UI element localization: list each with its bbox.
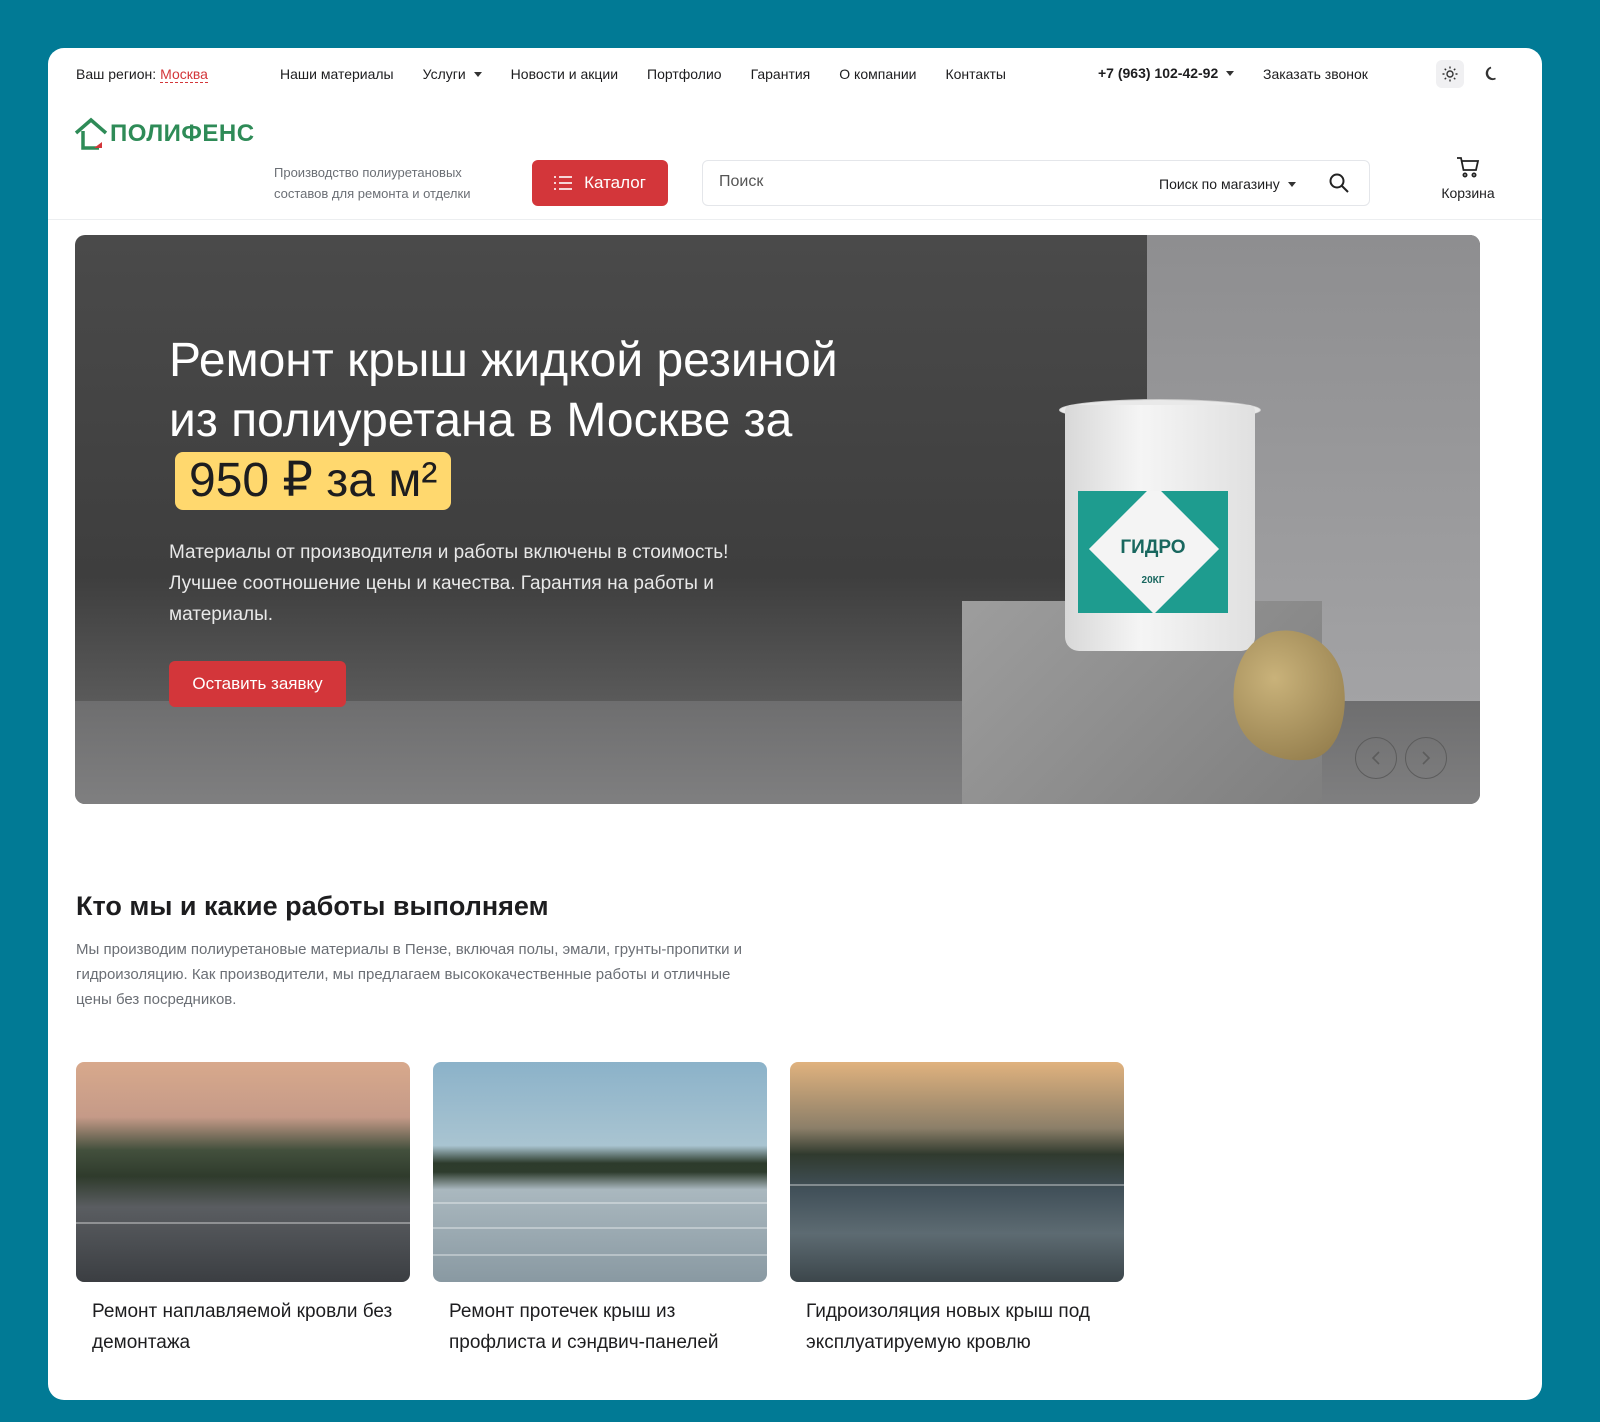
moon-icon [1485,66,1496,81]
service-card-image [433,1062,767,1282]
submit-request-button[interactable]: Оставить заявку [169,661,346,707]
nav-label: Контакты [945,66,1006,82]
section-title: Кто мы и какие работы выполняем [76,891,549,921]
chevron-left-icon [1371,751,1380,765]
phone-dropdown[interactable]: +7 (963) 102-42-92 [1098,65,1235,81]
service-card[interactable]: Ремонт протечек крыш из профлиста и сэнд… [433,1062,767,1358]
services-cards: Ремонт наплавляемой кровли без демонтажа… [76,1062,1176,1362]
sun-icon [1442,66,1458,82]
service-card-caption: Ремонт наплавляемой кровли без демонтажа [92,1301,393,1353]
search-scope-dropdown[interactable]: Поиск по магазину [1159,176,1296,192]
roof-line [433,1254,767,1256]
list-icon [554,176,573,190]
main-nav: Наши материалы Услуги Новости и акции По… [280,66,1035,82]
callback-link[interactable]: Заказать звонок [1263,66,1368,82]
product-brand: ГИДРО [1120,537,1186,558]
nav-item-about[interactable]: О компании [839,66,916,82]
service-card-image [76,1062,410,1282]
region-label: Ваш регион: [76,66,157,82]
search-button[interactable] [1329,173,1349,198]
hero-title-text: Ремонт крыш жидкой резиной из полиуретан… [169,334,838,447]
roof-line [433,1227,767,1229]
nav-label: О компании [839,66,917,82]
service-card-caption: Гидроизоляция новых крыш под эксплуатиру… [806,1301,1090,1353]
chevron-down-icon [473,71,482,77]
nav-item-services[interactable]: Услуги [423,66,482,82]
nav-label: Гарантия [750,66,811,82]
search-icon [1329,173,1349,193]
light-theme-button[interactable] [1436,60,1464,88]
nav-item-guarantee[interactable]: Гарантия [751,66,811,82]
chevron-down-icon [1287,181,1296,187]
service-card[interactable]: Ремонт наплавляемой кровли без демонтажа [76,1062,410,1358]
section-description: Мы производим полиуретановые материалы в… [76,941,743,1008]
nav-label: Наши материалы [280,66,394,82]
search-bar: Поиск по магазину [702,160,1370,206]
service-card-image [790,1062,1124,1282]
hero-subtitle: Материалы от производителя и работы вклю… [169,542,729,625]
nav-item-portfolio[interactable]: Портфолио [647,66,722,82]
roof-line [433,1202,767,1204]
chevron-down-icon [1226,70,1235,76]
nav-label: Портфолио [647,66,722,82]
cart-label: Корзина [1441,185,1495,201]
roof-line [76,1222,410,1224]
nav-label: Новости и акции [510,66,619,82]
search-scope-label: Поиск по магазину [1159,176,1280,192]
slider-prev-button[interactable] [1355,737,1397,779]
nav-item-materials[interactable]: Наши материалы [280,66,394,82]
slider-next-button[interactable] [1405,737,1447,779]
phone-number: +7 (963) 102-42-92 [1098,65,1219,81]
hero-banner: ГИДРО 20КГ Ремонт крыш жидкой резиной из… [75,235,1480,804]
catalog-label: Каталог [584,173,646,192]
nav-item-news[interactable]: Новости и акции [511,66,618,82]
hero-title: Ремонт крыш жидкой резиной из полиуретан… [169,331,869,511]
page-frame: Ваш регион: Москва Наши материалы Услуги … [48,48,1542,1400]
catalog-button[interactable]: Каталог [532,160,668,206]
nav-item-contacts[interactable]: Контакты [945,66,1005,82]
cart-button[interactable]: Корзина [1436,156,1500,201]
dark-theme-button[interactable] [1478,60,1506,88]
chevron-right-icon [1422,751,1431,765]
product-label: ГИДРО 20КГ [1078,491,1228,613]
roof-line [790,1184,1124,1186]
nav-label: Услуги [422,66,466,82]
service-card-caption: Ремонт протечек крыш из профлиста и сэнд… [449,1301,719,1353]
region-city-link[interactable]: Москва [160,66,208,83]
logo-text: ПОЛИФЕНС [110,120,255,147]
top-bar: Ваш регион: Москва Наши материалы Услуги … [48,48,1542,98]
product-weight: 20КГ [1141,575,1165,586]
price-badge: 950 ₽ за м² [175,452,452,510]
cart-icon [1457,157,1480,178]
site-logo[interactable]: ПОЛИФЕНС [74,114,255,154]
search-input[interactable] [719,173,1119,191]
service-card[interactable]: Гидроизоляция новых крыш под эксплуатиру… [790,1062,1124,1358]
tagline: Производство полиуретановых составов для… [274,165,471,201]
house-logo-icon [74,117,108,150]
region-selector[interactable]: Ваш регион: Москва [76,66,208,83]
